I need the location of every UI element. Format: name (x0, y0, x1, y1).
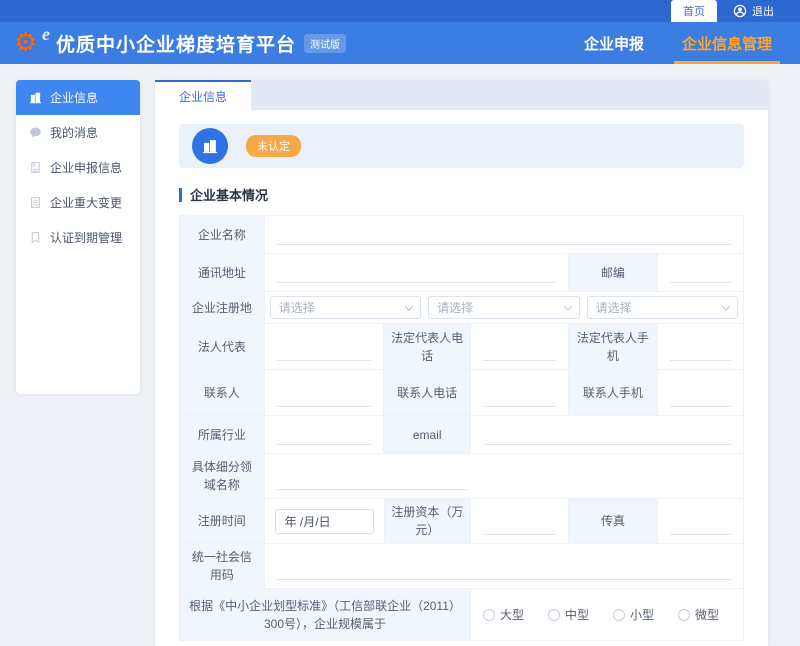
radio-icon (613, 609, 625, 621)
building-icon (29, 91, 42, 104)
credit-code-label: 统一社会信用码 (180, 544, 265, 588)
legal-rep-input[interactable] (277, 345, 372, 361)
sidebar: 企业信息 我的消息 企业申报信息 企业重大变更 (16, 80, 140, 394)
section-title: 企业基本情况 (179, 185, 744, 204)
contact-mobile-input[interactable] (670, 391, 731, 407)
sidebar-item-major-changes[interactable]: 企业重大变更 (16, 185, 140, 220)
building-icon (201, 137, 219, 155)
form-row-subdivision: 具体细分领域名称 (180, 454, 743, 499)
legal-rep-phone-input[interactable] (483, 345, 556, 361)
nav-enterprise-declaration[interactable]: 企业申报 (584, 22, 644, 64)
legal-rep-mobile-input[interactable] (670, 345, 731, 361)
radio-icon (483, 609, 495, 621)
industry-input[interactable] (277, 429, 372, 445)
tab-enterprise-info[interactable]: 企业信息 (155, 80, 251, 110)
sidebar-item-label: 企业重大变更 (50, 194, 122, 211)
radio-icon (548, 609, 560, 621)
form-row-company-name: 企业名称 (180, 216, 743, 254)
contact-phone-input[interactable] (483, 391, 556, 407)
email-label: email (384, 416, 471, 453)
content-card: 企业信息 未认定 企业基本情况 企业名称 (155, 80, 768, 646)
form-row-registration-location: 企业注册地 请选择 请选择 请选择 (180, 292, 743, 324)
scale-radio-group: 大型 中型 小型 微型 (471, 589, 743, 640)
address-label: 通讯地址 (180, 254, 265, 291)
legal-rep-phone-label: 法定代表人电话 (384, 324, 471, 369)
industry-label: 所属行业 (180, 416, 265, 453)
radio-medium[interactable]: 中型 (548, 606, 589, 623)
contact-input[interactable] (277, 391, 372, 407)
contact-label: 联系人 (180, 370, 265, 415)
gear-icon: ⚙ (14, 27, 37, 57)
company-name-label: 企业名称 (180, 216, 265, 253)
message-icon (29, 126, 42, 139)
beta-badge: 测试版 (304, 34, 346, 53)
enterprise-basic-info-form: 企业名称 通讯地址 邮编 企业注册地 请选择 (179, 215, 744, 641)
sidebar-item-my-messages[interactable]: 我的消息 (16, 115, 140, 150)
province-select[interactable]: 请选择 (270, 296, 421, 319)
sidebar-item-declaration-info[interactable]: 企业申报信息 (16, 150, 140, 185)
credit-code-input[interactable] (277, 564, 731, 580)
app-title: 优质中小企业梯度培育平台 (56, 30, 296, 57)
app-logo-icon: ⚙ e (16, 26, 50, 60)
user-avatar-icon (733, 4, 747, 18)
form-row-contact: 联系人 联系人电话 联系人手机 (180, 370, 743, 416)
contact-phone-label: 联系人电话 (384, 370, 471, 415)
legal-rep-mobile-label: 法定代表人手机 (569, 324, 659, 369)
city-select[interactable]: 请选择 (428, 296, 579, 319)
sidebar-item-label: 企业申报信息 (50, 159, 122, 176)
chevron-down-icon (405, 302, 413, 310)
reg-date-label: 注册时间 (180, 499, 265, 543)
reg-date-input[interactable]: 年 /月/日 (275, 509, 374, 534)
form-row-industry: 所属行业 email (180, 416, 743, 454)
form-row-legal-representative: 法人代表 法定代表人电话 法定代表人手机 (180, 324, 743, 370)
scale-label: 根据《中小企业划型标准》（工信部联企业（2011）300号），企业规模属于 (180, 589, 471, 640)
chevron-down-icon (563, 302, 571, 310)
form-row-address: 通讯地址 邮编 (180, 254, 743, 292)
postcode-input[interactable] (670, 267, 731, 283)
contact-mobile-label: 联系人手机 (569, 370, 659, 415)
form-row-enterprise-scale: 根据《中小企业划型标准》（工信部联企业（2011）300号），企业规模属于 大型… (180, 589, 743, 641)
nav-enterprise-info-management[interactable]: 企业信息管理 (682, 22, 772, 64)
tab-bar: 企业信息 (155, 80, 768, 110)
sidebar-item-label: 企业信息 (50, 89, 98, 106)
enterprise-status-banner: 未认定 (179, 124, 744, 168)
logout-label: 退出 (752, 3, 774, 19)
subdivision-label: 具体细分领域名称 (180, 454, 265, 498)
district-select[interactable]: 请选择 (587, 296, 738, 319)
reg-capital-input[interactable] (483, 519, 556, 535)
fax-label: 传真 (569, 499, 659, 543)
radio-small[interactable]: 小型 (613, 606, 654, 623)
sidebar-item-label: 认证到期管理 (50, 229, 122, 246)
form-row-registration: 注册时间 年 /月/日 注册资本（万元） 传真 (180, 499, 743, 544)
reg-location-label: 企业注册地 (180, 292, 265, 323)
declaration-doc-icon (29, 161, 42, 174)
email-input[interactable] (483, 429, 731, 445)
primary-nav: 企业申报 企业信息管理 (584, 22, 772, 64)
sidebar-item-label: 我的消息 (50, 124, 98, 141)
radio-icon (678, 609, 690, 621)
radio-micro[interactable]: 微型 (678, 606, 719, 623)
sidebar-item-enterprise-info[interactable]: 企业信息 (16, 80, 140, 115)
enterprise-avatar (192, 128, 228, 164)
change-doc-icon (29, 196, 42, 209)
workspace: 企业信息 我的消息 企业申报信息 企业重大变更 (0, 64, 800, 646)
home-link[interactable]: 首页 (671, 0, 717, 22)
reg-capital-label: 注册资本（万元） (385, 499, 472, 543)
chevron-down-icon (722, 302, 730, 310)
logout-link[interactable]: 退出 (733, 0, 774, 22)
form-row-credit-code: 统一社会信用码 (180, 544, 743, 589)
radio-large[interactable]: 大型 (483, 606, 524, 623)
app-header: ⚙ e 优质中小企业梯度培育平台 测试版 企业申报 企业信息管理 (0, 22, 800, 64)
company-name-input[interactable] (277, 229, 731, 245)
status-badge: 未认定 (246, 135, 301, 157)
bookmark-icon (29, 231, 42, 244)
subdivision-input[interactable] (277, 474, 467, 490)
fax-input[interactable] (670, 519, 731, 535)
sidebar-item-certification-expiry[interactable]: 认证到期管理 (16, 220, 140, 255)
postcode-label: 邮编 (569, 254, 659, 291)
top-utility-bar: 首页 退出 (0, 0, 800, 22)
legal-rep-label: 法人代表 (180, 324, 265, 369)
address-input[interactable] (277, 267, 556, 283)
